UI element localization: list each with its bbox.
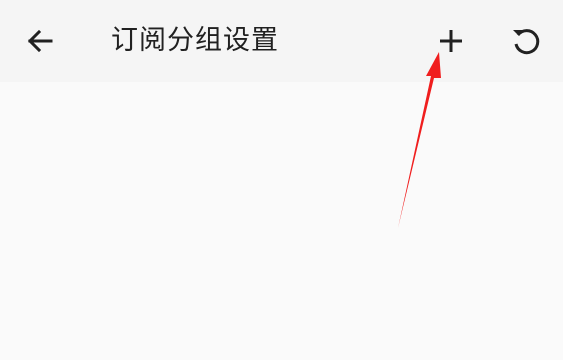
page-title: 订阅分组设置 xyxy=(111,25,279,56)
add-icon xyxy=(440,30,462,52)
top-app-bar: 订阅分组设置 xyxy=(0,0,563,82)
back-button[interactable] xyxy=(16,17,64,65)
app-screen: 订阅分组设置 xyxy=(0,0,563,360)
add-group-button[interactable] xyxy=(427,17,475,65)
refresh-button[interactable] xyxy=(502,16,550,64)
group-list-area xyxy=(0,82,563,360)
arrow-back-icon xyxy=(27,29,53,53)
refresh-icon xyxy=(513,29,540,55)
